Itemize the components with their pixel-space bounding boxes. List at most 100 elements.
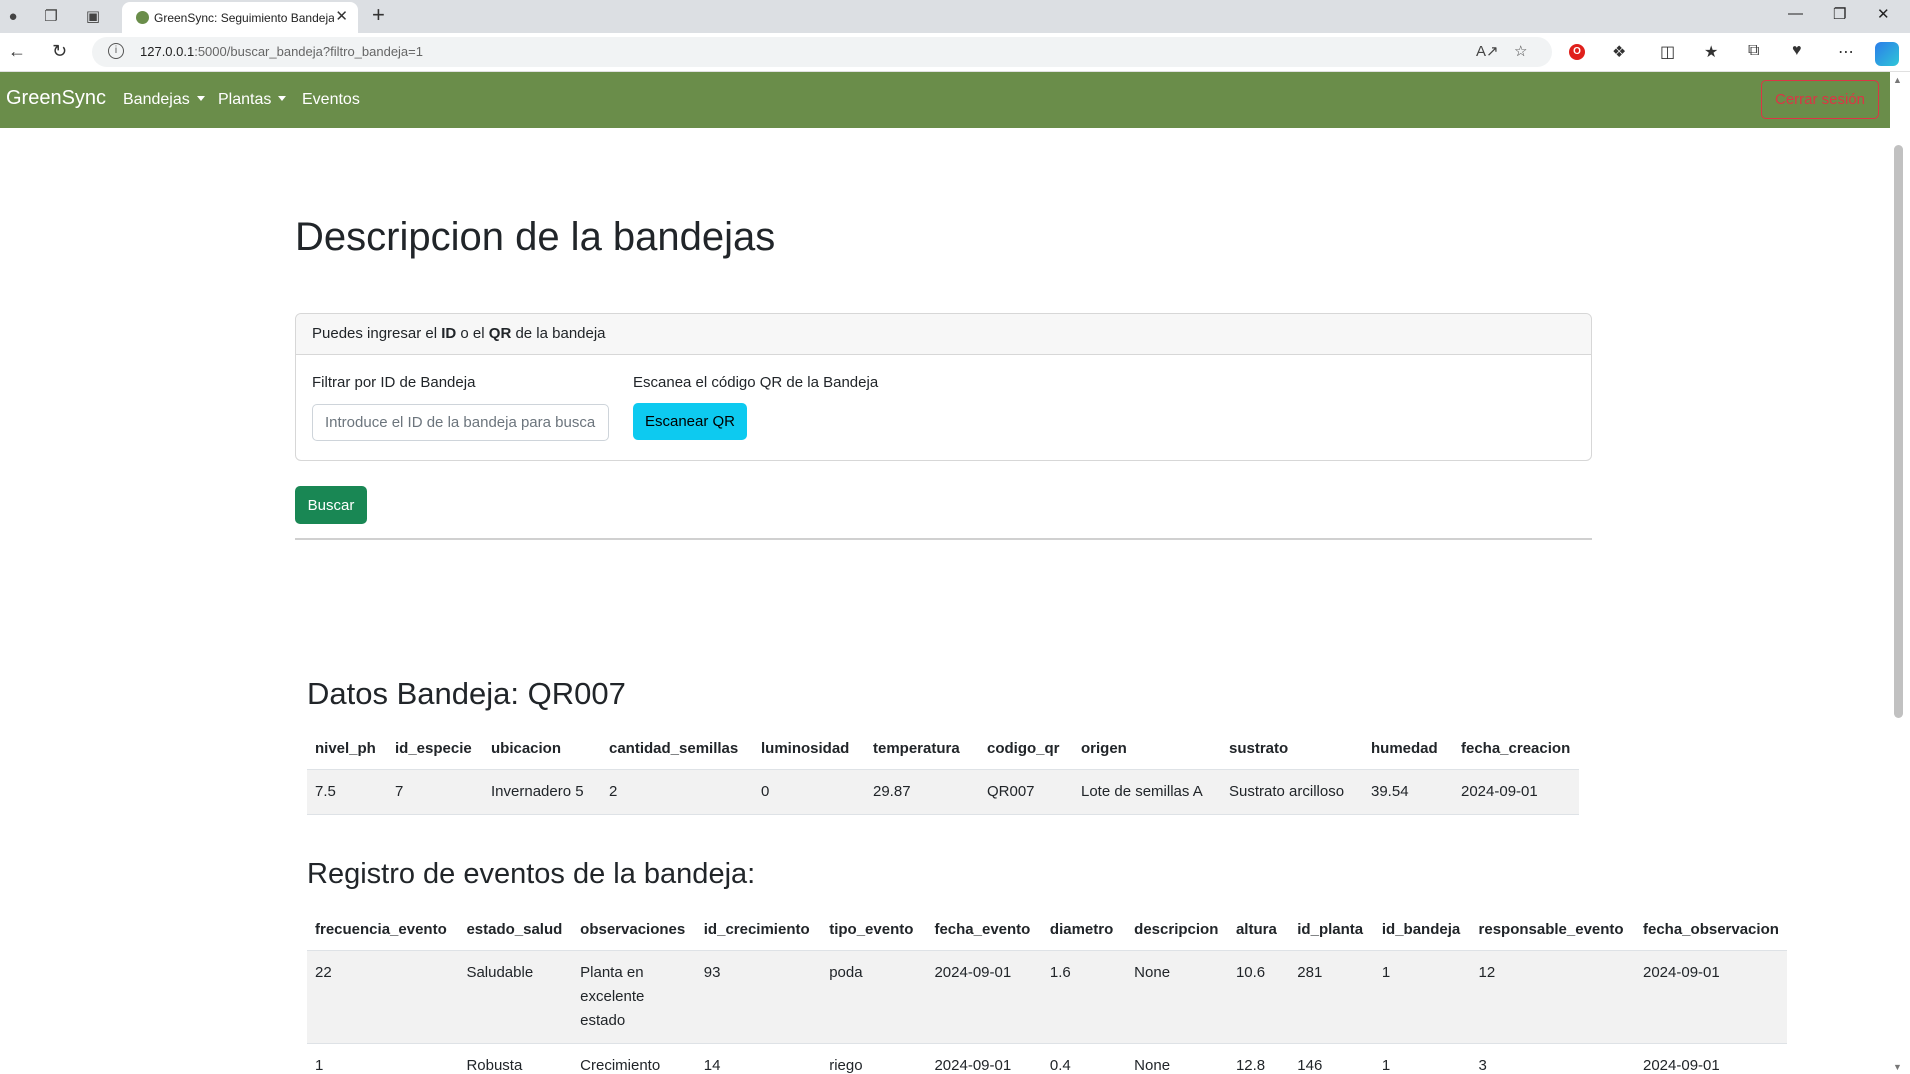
column-header-origen: origen	[1073, 728, 1221, 770]
column-header-fecha-observacion: fecha_observacion	[1635, 909, 1787, 951]
address-bar: ← ↻ i 127.0.0.1:5000/buscar_bandeja?filt…	[0, 33, 1910, 72]
refresh-icon[interactable]: ↻	[52, 41, 67, 62]
column-header-humedad: humedad	[1363, 728, 1453, 770]
header-text-mid: o el	[456, 325, 489, 342]
tab-favicon	[136, 11, 149, 24]
bandeja-id-input[interactable]	[312, 404, 609, 441]
table-cell-codigo-qr: QR007	[979, 769, 1073, 815]
scroll-up-icon[interactable]: ▲	[1893, 75, 1902, 85]
column-header-responsable-evento: responsable_evento	[1470, 909, 1635, 951]
tab-actions-icon[interactable]: ▣	[82, 6, 104, 28]
url-path: :5000/buscar_bandeja?filtro_bandeja=1	[194, 44, 423, 59]
table-cell-ubicacion: Invernadero 5	[483, 769, 601, 815]
profile-icon[interactable]: ●	[2, 6, 24, 28]
table-cell-altura: 12.8	[1227, 1043, 1290, 1074]
table-cell-descripcion: None	[1126, 950, 1228, 1044]
header-text-id: ID	[441, 325, 457, 342]
table-cell-observaciones: Crecimiento	[572, 1043, 696, 1074]
table-cell-frecuencia-evento: 22	[307, 950, 459, 1044]
table-cell-estado-salud: Saludable	[458, 950, 573, 1044]
column-header-estado-salud: estado_salud	[458, 909, 573, 951]
table-cell-tipo-evento: riego	[821, 1043, 927, 1074]
new-tab-icon[interactable]: +	[372, 2, 385, 28]
column-header-id-planta: id_planta	[1289, 909, 1374, 951]
browser-tab-bar: ● ❐ ▣ GreenSync: Seguimiento Bandejas ✕ …	[0, 0, 1910, 33]
eventos-table: frecuencia_evento estado_salud observacion…	[307, 909, 1787, 1074]
column-header-ubicacion: ubicacion	[483, 728, 601, 770]
window-close-icon[interactable]: ✕	[1877, 5, 1890, 23]
opera-icon[interactable]: O	[1569, 44, 1585, 60]
nav-label-plantas: Plantas	[218, 91, 272, 108]
tab-title: GreenSync: Seguimiento Bandejas	[154, 11, 334, 25]
split-screen-icon[interactable]: ◫	[1660, 42, 1675, 62]
copilot-icon[interactable]	[1875, 42, 1899, 66]
table-cell-id-especie: 7	[387, 769, 483, 815]
read-aloud-icon[interactable]: A↗	[1476, 42, 1499, 60]
header-text-prefix: Puedes ingresar el	[312, 325, 442, 342]
column-header-id-especie: id_especie	[387, 728, 483, 770]
extensions-icon[interactable]: ❖	[1612, 42, 1626, 62]
table-cell-diametro: 1.6	[1041, 950, 1127, 1044]
table-cell-fecha-observacion: 2024-09-01	[1635, 1043, 1787, 1074]
bandeja-table: nivel_ph id_especie ubicacion cantidad_semi…	[307, 728, 1579, 815]
scrollbar-thumb[interactable]	[1894, 145, 1903, 718]
column-header-id-crecimiento: id_crecimiento	[695, 909, 822, 951]
table-cell-fecha-evento: 2024-09-01	[926, 1043, 1042, 1074]
minimize-icon[interactable]: —	[1788, 5, 1803, 22]
table-cell-frecuencia-evento: 1	[307, 1043, 459, 1074]
table-cell-nivel-ph: 7.5	[307, 769, 387, 815]
table-cell-fecha-evento: 2024-09-01	[926, 950, 1042, 1044]
table-cell-id-planta: 281	[1289, 950, 1374, 1044]
nav-label-bandejas: Bandejas	[123, 91, 190, 108]
site-info-icon[interactable]: i	[108, 43, 124, 59]
nav-dropdown-bandejas[interactable]: Bandejas	[123, 91, 205, 109]
restore-icon[interactable]: ❐	[1833, 5, 1846, 23]
table-cell-luminosidad: 0	[753, 769, 865, 815]
brand-logo[interactable]: GreenSync	[6, 87, 106, 110]
url-text[interactable]: 127.0.0.1:5000/buscar_bandeja?filtro_ban…	[140, 44, 423, 59]
column-header-id-bandeja: id_bandeja	[1373, 909, 1471, 951]
filter-id-label: Filtrar por ID de Bandeja	[312, 374, 476, 391]
url-field[interactable]: i 127.0.0.1:5000/buscar_bandeja?filtro_b…	[92, 37, 1552, 67]
table-cell-responsable-evento: 3	[1470, 1043, 1635, 1074]
column-header-fecha-creacion: fecha_creacion	[1453, 728, 1579, 770]
scan-qr-button[interactable]: Escanear QR	[633, 403, 747, 440]
search-button[interactable]: Buscar	[295, 486, 367, 524]
browser-tab[interactable]: GreenSync: Seguimiento Bandejas ✕	[122, 2, 358, 33]
search-card: Puedes ingresar el ID o el QR de la band…	[295, 313, 1592, 461]
table-cell-fecha-observacion: 2024-09-01	[1635, 950, 1787, 1044]
table-cell-responsable-evento: 12	[1470, 950, 1635, 1044]
nav-dropdown-plantas[interactable]: Plantas	[218, 91, 287, 109]
workspaces-icon[interactable]: ❐	[40, 6, 62, 28]
table-cell-diametro: 0.4	[1041, 1043, 1127, 1074]
column-header-diametro: diametro	[1041, 909, 1127, 951]
more-options-icon[interactable]: ⋯	[1838, 42, 1854, 62]
header-text-suffix: de la bandeja	[511, 325, 606, 342]
table-row: 1 Robusta Crecimiento 14 riego 2024-09-01 0.4 N…	[307, 1043, 1787, 1074]
table-row: 7.5 7 Invernadero 5 2 0 29.87 QR007 Lote de sem…	[307, 769, 1579, 815]
column-header-codigo-qr: codigo_qr	[979, 728, 1073, 770]
table-cell-fecha-creacion: 2024-09-01	[1453, 769, 1579, 815]
column-header-observaciones: observaciones	[572, 909, 696, 951]
table-header-row: frecuencia_evento estado_salud observacion…	[307, 909, 1787, 951]
collections-icon[interactable]: ⧉	[1748, 42, 1759, 60]
table-header-row: nivel_ph id_especie ubicacion cantidad_semi…	[307, 728, 1579, 770]
nav-link-eventos[interactable]: Eventos	[302, 91, 360, 109]
browser-essentials-icon[interactable]: ♥	[1792, 42, 1802, 60]
logout-button[interactable]: Cerrar sesión	[1761, 80, 1879, 119]
table-cell-id-bandeja: 1	[1373, 950, 1471, 1044]
table-cell-humedad: 39.54	[1363, 769, 1453, 815]
back-arrow-icon[interactable]: ←	[8, 41, 26, 62]
column-header-fecha-evento: fecha_evento	[926, 909, 1042, 951]
column-header-cantidad-semillas: cantidad_semillas	[601, 728, 753, 770]
scroll-down-icon[interactable]: ▼	[1893, 1062, 1902, 1072]
close-icon[interactable]: ✕	[335, 7, 348, 25]
favorites-icon[interactable]: ★	[1704, 42, 1718, 62]
caret-down-icon	[196, 96, 205, 101]
table-cell-origen: Lote de semillas A	[1073, 769, 1221, 815]
header-text-qr: QR	[488, 325, 512, 342]
table-row: 22 Saludable Planta en excelente estado 93 p…	[307, 950, 1787, 1044]
column-header-descripcion: descripcion	[1126, 909, 1228, 951]
column-header-sustrato: sustrato	[1221, 728, 1363, 770]
favorite-star-icon[interactable]: ☆	[1514, 42, 1527, 60]
